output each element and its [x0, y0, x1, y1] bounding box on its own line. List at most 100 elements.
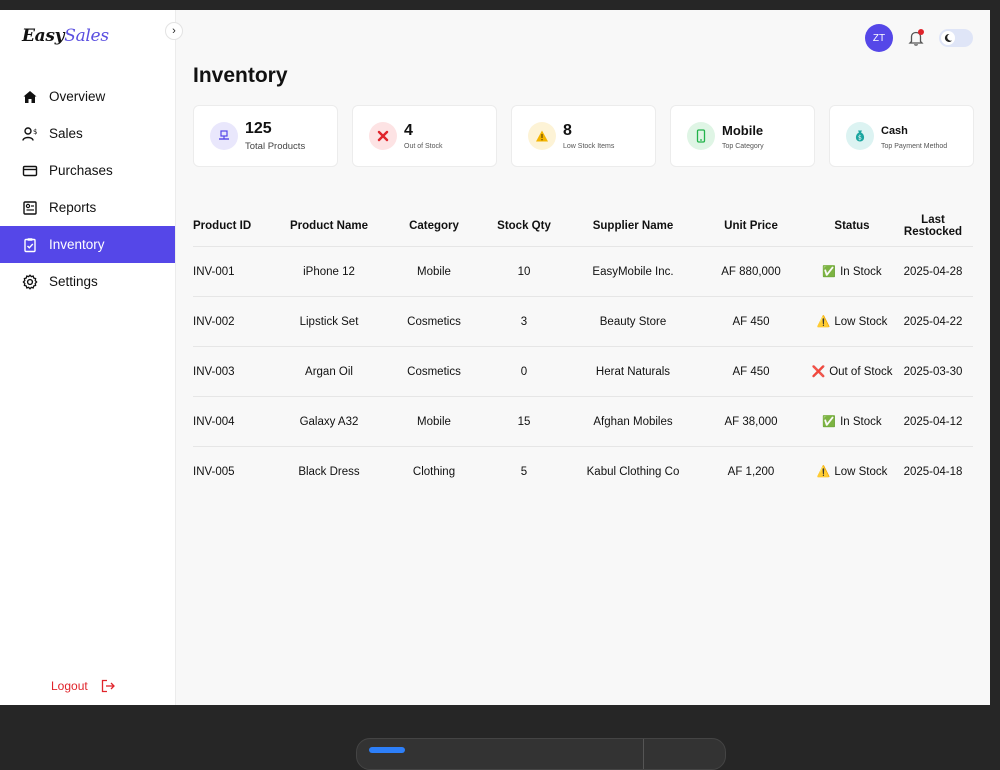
column-header[interactable]: Status — [811, 205, 893, 247]
table-row[interactable]: INV-002 Lipstick Set Cosmetics 3 Beauty … — [193, 296, 973, 347]
status-label: Out of Stock — [829, 365, 893, 378]
column-header[interactable]: Product ID — [193, 205, 263, 247]
x-icon — [369, 122, 397, 150]
brand-logo[interactable]: EasySales — [22, 26, 109, 46]
cell-category: Cosmetics — [395, 296, 473, 347]
cell-category: Clothing — [412, 465, 456, 478]
cell-product-name: Galaxy A32 — [263, 396, 395, 447]
cell-status: ✅ In Stock — [811, 396, 893, 447]
card-value: 4 — [404, 122, 413, 139]
sidebar-item-label: Sales — [49, 126, 83, 141]
status-label: In Stock — [840, 415, 882, 428]
cell-product-id: INV-002 — [193, 296, 263, 347]
cell-supplier: Beauty Store — [575, 296, 691, 347]
dock-app-indicator[interactable] — [369, 747, 405, 753]
cell-product-name: Argan Oil — [263, 346, 395, 397]
card-value: 8 — [563, 122, 572, 139]
cell-supplier: Afghan Mobiles — [575, 396, 691, 447]
table-row[interactable]: INV-001 iPhone 12 Mobile 10 EasyMobile I… — [193, 246, 973, 297]
cell-last-restocked: 2025-04-18 — [903, 465, 963, 478]
cell-product-id: INV-005 — [193, 465, 235, 478]
status-badge: ⚠️ Low Stock — [816, 315, 888, 329]
notification-dot — [918, 29, 924, 35]
column-header[interactable]: Category — [395, 205, 473, 247]
collapse-sidebar-button[interactable]: › — [165, 22, 183, 40]
logout-button[interactable]: Logout — [51, 678, 116, 694]
cell-status: ⚠️ Low Stock — [811, 447, 893, 497]
card-label: Total Products — [245, 141, 306, 152]
cell-product-id: INV-004 — [193, 396, 263, 447]
card-label: Low Stock Items — [563, 143, 615, 150]
user-dollar-icon: $ — [22, 126, 38, 142]
cell-product-name: Lipstick Set — [263, 296, 395, 347]
svg-text:$: $ — [858, 135, 862, 142]
x-icon: ❌ — [811, 366, 826, 378]
status-badge: ✅ In Stock — [822, 415, 882, 429]
money-bag-icon: $ — [846, 122, 874, 150]
home-icon — [22, 89, 38, 105]
column-header[interactable]: Unit Price — [691, 205, 811, 247]
card-low-stock: 8 Low Stock Items — [511, 105, 656, 167]
warning-icon: ⚠️ — [816, 316, 831, 328]
cell-supplier: Herat Naturals — [575, 346, 691, 397]
column-header[interactable]: Last Restocked — [893, 205, 973, 247]
cell-status: ✅ In Stock — [811, 246, 893, 297]
sidebar-item-overview[interactable]: Overview — [0, 78, 175, 115]
column-header[interactable]: Stock Qty — [473, 205, 575, 247]
sidebar-item-sales[interactable]: $ Sales — [0, 115, 175, 152]
dock-divider — [643, 739, 644, 769]
phone-icon — [687, 122, 715, 150]
card-total-products: 125 Total Products — [193, 105, 338, 167]
theme-toggle[interactable] — [939, 29, 973, 47]
box-icon — [210, 122, 238, 150]
card-top-payment: $ Cash Top Payment Method — [829, 105, 974, 167]
card-top-category: Mobile Top Category — [670, 105, 815, 167]
cell-supplier: EasyMobile Inc. — [575, 246, 691, 297]
app-window: EasySales Overview $ Sales Purchases Rep… — [0, 10, 990, 705]
sidebar-item-settings[interactable]: Settings — [0, 263, 175, 300]
avatar[interactable]: ZT — [865, 24, 893, 52]
table-row[interactable]: INV-003 Argan Oil Cosmetics 0 Herat Natu… — [193, 346, 973, 397]
status-label: Low Stock — [834, 465, 888, 478]
brand-easy: Easy — [22, 26, 65, 46]
sidebar-item-purchases[interactable]: Purchases — [0, 152, 175, 189]
cell-stock-qty: 5 — [520, 465, 528, 478]
card-value: 125 — [245, 120, 272, 137]
warning-icon: ⚠️ — [816, 466, 831, 478]
sidebar-nav: Overview $ Sales Purchases Reports Inven… — [0, 78, 175, 300]
table-row[interactable]: INV-005 Black Dress Clothing 5 Kabul Clo… — [193, 447, 973, 497]
status-label: In Stock — [840, 265, 882, 278]
cell-unit-price: AF 1,200 — [727, 465, 775, 478]
credit-card-icon — [22, 163, 38, 179]
cell-unit-price: AF 880,000 — [691, 246, 811, 297]
column-header[interactable]: Supplier Name — [575, 205, 691, 247]
cell-stock-qty: 0 — [473, 346, 575, 397]
brand-sales: Sales — [64, 26, 109, 46]
column-header[interactable]: Product Name — [263, 205, 395, 247]
topbar-actions: ZT — [865, 24, 973, 52]
cell-category: Mobile — [395, 246, 473, 297]
sidebar-item-reports[interactable]: Reports — [0, 189, 175, 226]
sidebar-item-label: Purchases — [49, 163, 113, 178]
clipboard-check-icon — [22, 237, 38, 253]
cell-status: ❌ Out of Stock — [811, 346, 893, 397]
warning-icon — [528, 122, 556, 150]
card-out-of-stock: 4 Out of Stock — [352, 105, 497, 167]
card-label: Out of Stock — [404, 143, 443, 150]
notifications-button[interactable] — [907, 29, 925, 47]
cell-stock-qty: 15 — [473, 396, 575, 447]
status-label: Low Stock — [834, 315, 888, 328]
status-badge: ✅ In Stock — [822, 265, 882, 279]
sidebar-item-inventory[interactable]: Inventory — [0, 226, 175, 263]
cell-product-id: INV-003 — [193, 346, 263, 397]
card-label: Top Category — [722, 143, 764, 150]
bell-icon — [907, 31, 925, 51]
cell-product-name: iPhone 12 — [263, 246, 395, 297]
status-badge: ❌ Out of Stock — [811, 365, 893, 379]
cell-category: Cosmetics — [395, 346, 473, 397]
cell-last-restocked: 2025-04-22 — [893, 296, 973, 347]
table-header-row: Product ID Product Name Category Stock Q… — [193, 205, 973, 247]
table-row[interactable]: INV-004 Galaxy A32 Mobile 15 Afghan Mobi… — [193, 396, 973, 447]
moon-icon — [941, 31, 955, 45]
check-icon: ✅ — [822, 416, 837, 428]
